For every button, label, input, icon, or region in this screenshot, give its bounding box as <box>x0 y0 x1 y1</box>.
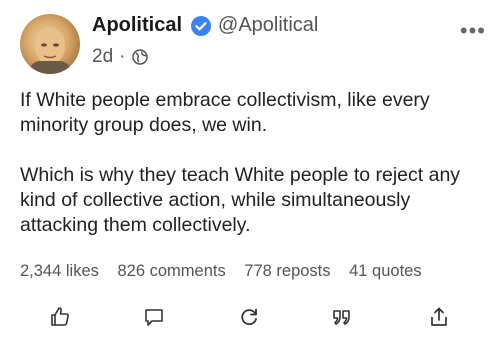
repost-button[interactable] <box>234 302 264 332</box>
verified-badge-icon <box>190 15 212 37</box>
avatar[interactable] <box>20 14 80 74</box>
more-options-icon[interactable]: ••• <box>460 18 486 44</box>
post-paragraph: If White people embrace collectivism, li… <box>20 89 430 136</box>
post-meta: 2d · <box>92 46 149 68</box>
action-bar <box>0 300 500 336</box>
comment-button[interactable] <box>139 302 169 332</box>
quote-icon <box>333 310 350 325</box>
author-display-name[interactable]: Apolitical <box>92 14 182 37</box>
like-button[interactable] <box>45 302 75 332</box>
meta-separator: · <box>119 46 126 67</box>
repost-icon <box>241 308 257 326</box>
like-icon <box>51 307 69 326</box>
quotes-count[interactable]: 41 quotes <box>349 262 421 280</box>
comment-icon <box>145 309 163 326</box>
author-row: Apolitical @Apolitical <box>92 14 318 37</box>
likes-count[interactable]: 2,344 likes <box>20 262 99 280</box>
share-button[interactable] <box>424 302 454 332</box>
quote-button[interactable] <box>327 302 357 332</box>
share-icon <box>431 307 447 326</box>
comments-count[interactable]: 826 comments <box>117 262 225 280</box>
post-stats: 2,344 likes 826 comments 778 reposts 41 … <box>20 262 436 281</box>
author-handle[interactable]: @Apolitical <box>218 14 318 37</box>
portrait-icon <box>28 27 72 74</box>
post-paragraph: Which is why they teach White people to … <box>20 164 461 236</box>
post-timestamp[interactable]: 2d <box>92 46 113 68</box>
reposts-count[interactable]: 778 reposts <box>244 262 330 280</box>
post-text: If White people embrace collectivism, li… <box>20 88 480 238</box>
globe-icon <box>131 48 149 66</box>
